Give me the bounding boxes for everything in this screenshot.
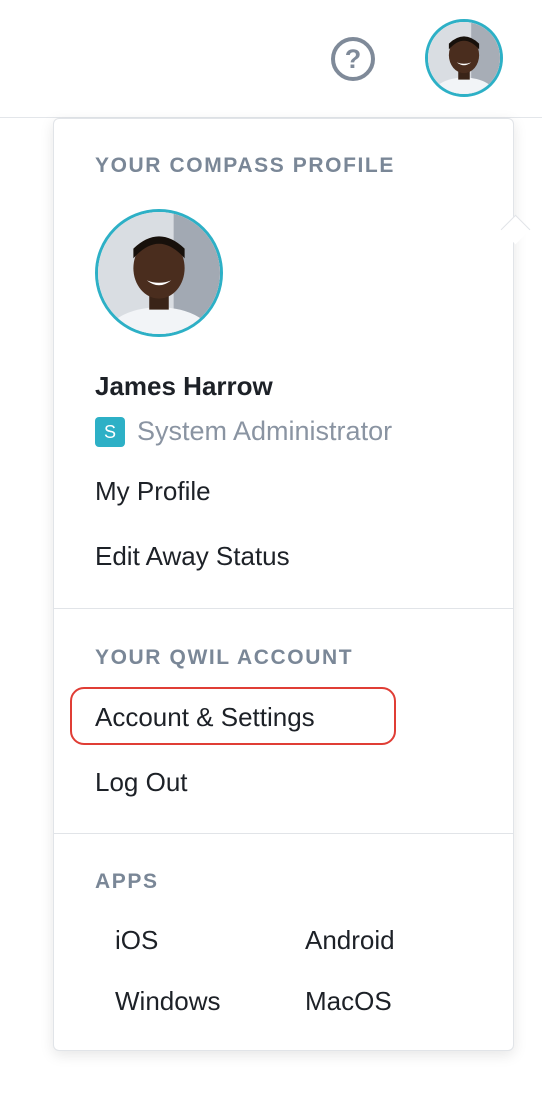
divider: [54, 608, 513, 609]
app-link-ios[interactable]: iOS: [115, 925, 158, 956]
avatar-image: [428, 22, 500, 94]
section-title-qwil-account: YOUR QWIL ACCOUNT: [95, 646, 354, 669]
section-title-apps: APPS: [95, 870, 159, 893]
role-label: System Administrator: [137, 416, 393, 446]
dropdown-caret: [500, 214, 531, 245]
app-link-windows[interactable]: Windows: [115, 986, 220, 1017]
user-name: James Harrow: [95, 371, 273, 401]
section-title-compass-profile: YOUR COMPASS PROFILE: [95, 154, 395, 177]
menu-item-edit-away-status[interactable]: Edit Away Status: [95, 541, 290, 572]
top-bar: ?: [0, 0, 542, 118]
menu-item-my-profile[interactable]: My Profile: [95, 476, 211, 507]
profile-dropdown: YOUR COMPASS PROFILE James Harrow S Syst…: [53, 118, 531, 1051]
app-link-android[interactable]: Android: [305, 925, 395, 956]
profile-avatar: [95, 209, 223, 337]
app-link-macos[interactable]: MacOS: [305, 986, 392, 1017]
menu-item-log-out[interactable]: Log Out: [95, 767, 188, 798]
user-avatar-button[interactable]: [425, 19, 503, 97]
profile-avatar-image: [98, 212, 220, 334]
menu-item-account-settings[interactable]: Account & Settings: [95, 702, 315, 733]
help-circle-icon[interactable]: ?: [331, 37, 375, 81]
divider: [54, 833, 513, 834]
role-badge: S: [95, 417, 125, 447]
